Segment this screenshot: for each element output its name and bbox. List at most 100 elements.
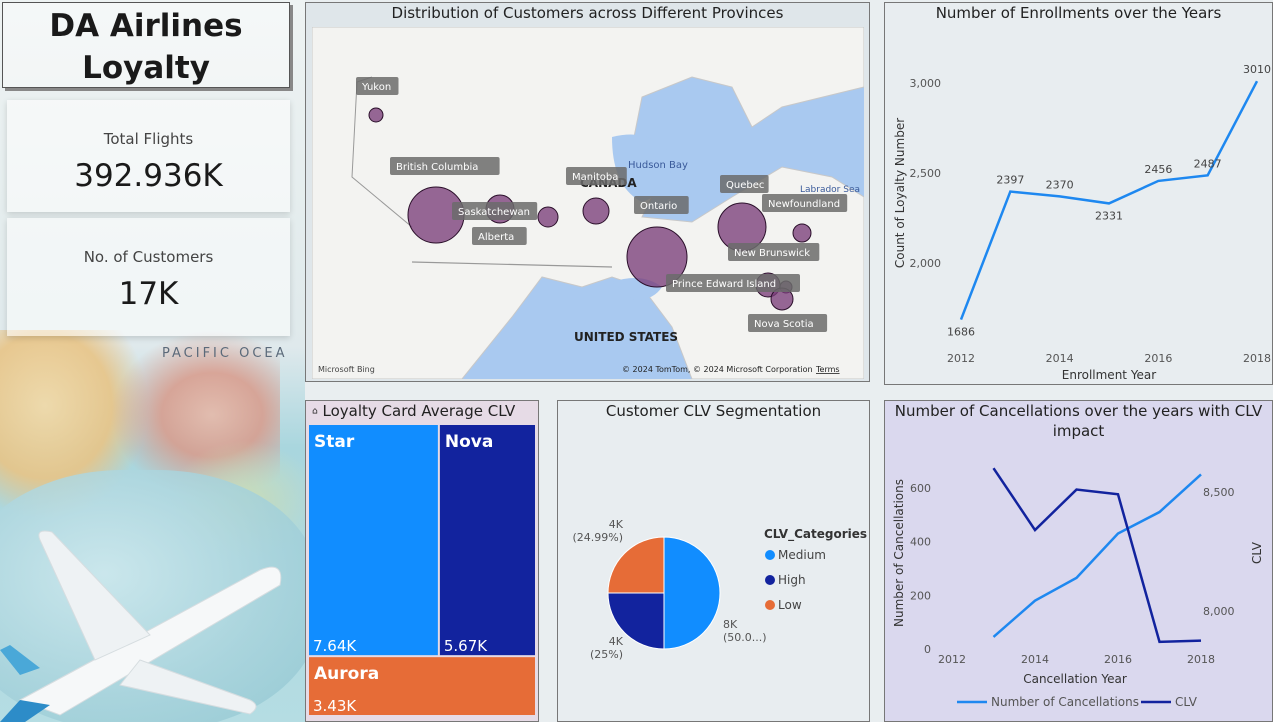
pie-visual[interactable]: Customer CLV Segmentation 8K (50.0...) 4K(…: [557, 400, 870, 722]
total-flights-label: Total Flights: [103, 130, 194, 148]
dashboard-title-line2: Loyalty: [82, 50, 210, 86]
data-label: 2397: [996, 174, 1024, 187]
province-label: British Columbia: [396, 162, 478, 173]
ocean-label: PACIFIC OCEA: [162, 346, 288, 361]
province-bubble: [368, 107, 384, 123]
data-label: 2370: [1046, 178, 1074, 191]
y-tick-label: 2,500: [910, 167, 942, 180]
enrollments-line: [959, 80, 1259, 320]
data-label: 1686: [947, 326, 975, 339]
legend-marker: [765, 600, 775, 610]
y2-axis-title: CLV: [1250, 541, 1264, 564]
map-terms-link[interactable]: Terms: [815, 365, 840, 374]
x-axis-title: Cancellation Year: [1023, 672, 1127, 686]
pie-title: Customer CLV Segmentation: [605, 402, 822, 420]
pie-data-label-pct: (50.0...): [723, 631, 767, 644]
legend-label: Low: [778, 598, 802, 612]
pie-data-label: 4K: [609, 635, 624, 648]
cancellations-title-line2: impact: [1052, 422, 1105, 440]
total-flights-card[interactable]: Total Flights 392.936K: [7, 100, 290, 212]
y-axis-title: Count of Loyalty Number: [893, 118, 907, 268]
y-tick-label: 200: [910, 589, 931, 602]
total-flights-value: 392.936K: [74, 158, 223, 194]
data-label: 2456: [1144, 163, 1172, 176]
x-tick-label: 2012: [938, 653, 966, 666]
y-tick-label: 3,000: [910, 77, 942, 90]
province-label: Yukon: [361, 82, 391, 93]
customers-label: No. of Customers: [83, 248, 214, 266]
pie-data-label: 8K: [723, 618, 738, 631]
y-tick-label: 600: [910, 482, 931, 495]
data-label: 3010: [1243, 63, 1271, 76]
province-label: Alberta: [478, 232, 514, 243]
map-title: Distribution of Customers across Differe…: [391, 4, 784, 22]
airplane-icon: [0, 530, 282, 722]
treemap-tile-name: Star: [314, 432, 355, 452]
pie-chart[interactable]: 8K(50.0...)4K(25%)4K(24.99%) CLV_Categori…: [558, 423, 870, 722]
treemap-tile-value: 3.43K: [313, 697, 357, 715]
cancellations-visual[interactable]: Number of Cancellations over the years w…: [884, 400, 1273, 722]
treemap-tile: [439, 425, 535, 656]
y-tick-label: 400: [910, 536, 931, 549]
pie-data-label-pct: (24.99%): [572, 531, 623, 544]
y-tick-label: 2,000: [910, 257, 942, 270]
y2-tick-label: 8,500: [1203, 486, 1235, 499]
dashboard-title-line1: DA Airlines: [49, 8, 243, 44]
x-tick-label: 2016: [1144, 352, 1172, 365]
x-tick-label: 2018: [1187, 653, 1215, 666]
treemap-tile-value: 5.67K: [444, 637, 488, 655]
y2-tick-label: 8,000: [1203, 605, 1235, 618]
legend-label: CLV: [1175, 695, 1198, 709]
treemap-title-text: Loyalty Card Average CLV: [322, 402, 516, 420]
province-label: Newfoundland: [768, 199, 840, 210]
province-label: Prince Edward Island: [672, 279, 776, 290]
enrollments-chart[interactable]: 2,000 2,500 3,000 2012 2014 2016 2018 Enrollmen…: [885, 25, 1273, 385]
y-tick-label: 0: [924, 643, 931, 656]
x-tick-label: 2012: [947, 352, 975, 365]
treemap-tile-name: Nova: [445, 432, 493, 452]
pie-slice: [663, 536, 721, 650]
series-line: [992, 473, 1202, 638]
province-bubble: [582, 197, 610, 225]
data-label: 2487: [1194, 157, 1222, 170]
x-tick-label: 2014: [1046, 352, 1074, 365]
pie-data-label: 4K: [609, 518, 624, 531]
province-map[interactable]: CANADA UNITED STATES Hudson Bay Labrador…: [312, 27, 864, 379]
legend-marker: [765, 575, 775, 585]
pie-data-label-pct: (25%): [590, 648, 623, 661]
enrollments-visual[interactable]: Number of Enrollments over the Years 2,0…: [884, 2, 1273, 385]
province-label: Nova Scotia: [754, 319, 814, 330]
bing-logo: Microsoft Bing: [318, 365, 375, 374]
pie-slice: [607, 536, 665, 594]
y-axis-title: Number of Cancellations: [892, 479, 906, 627]
customers-card[interactable]: No. of Customers 17K: [7, 218, 290, 336]
treemap-visual[interactable]: ⌂ Loyalty Card Average CLV Star 7.64K Nova…: [305, 400, 539, 722]
legend-label: Number of Cancellations: [991, 695, 1139, 709]
province-label: Saskatchewan: [458, 207, 530, 218]
legend-title: CLV_Categories: [764, 527, 867, 542]
province-bubble: [537, 206, 559, 228]
x-axis-title: Enrollment Year: [1062, 368, 1157, 382]
treemap-tile-name: Aurora: [314, 664, 379, 684]
map-copyright: © 2024 TomTom, © 2024 Microsoft Corporat…: [622, 365, 813, 374]
treemap-icon: ⌂: [312, 406, 318, 417]
legend-marker: [765, 550, 775, 560]
treemap-tile: [309, 425, 438, 656]
province-label: New Brunswick: [734, 248, 810, 259]
cancellations-chart[interactable]: 0 200 400 600 8,000 8,500 2012 2014 2016 2018 Canc…: [885, 441, 1273, 722]
province-label: Ontario: [640, 201, 677, 212]
treemap-chart[interactable]: Star 7.64K Nova 5.67K Aurora 3.43K: [306, 423, 539, 722]
province-label: Quebec: [726, 180, 764, 191]
treemap-tile-value: 7.64K: [313, 637, 357, 655]
map-place-label: UNITED STATES: [574, 330, 678, 344]
province-bubble: [792, 223, 812, 243]
x-tick-label: 2016: [1104, 653, 1132, 666]
cancellations-title: Number of Cancellations over the years w…: [894, 402, 1263, 420]
x-tick-label: 2014: [1021, 653, 1049, 666]
map-visual[interactable]: Distribution of Customers across Differe…: [305, 2, 870, 382]
treemap-title: ⌂ Loyalty Card Average CLV: [306, 401, 538, 422]
enrollments-title: Number of Enrollments over the Years: [935, 4, 1222, 22]
data-label: 2331: [1095, 209, 1123, 222]
legend-label: High: [778, 573, 806, 587]
legend-label: Medium: [778, 548, 826, 562]
